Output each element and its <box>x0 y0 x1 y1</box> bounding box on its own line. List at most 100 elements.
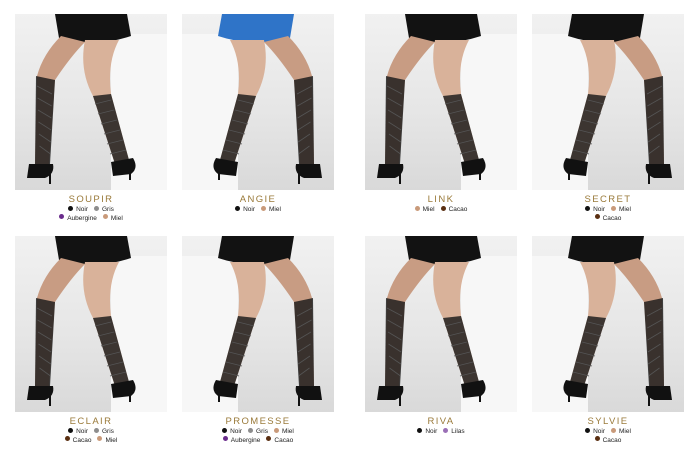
color-dot-icon <box>266 436 272 442</box>
color-dot-icon <box>102 214 108 220</box>
swatch-line: Cacao <box>532 436 684 446</box>
swatch-label: Noir <box>243 206 255 213</box>
swatch-miel[interactable]: Miel <box>97 436 117 446</box>
swatch-line: Miel Cacao <box>365 205 517 215</box>
swatch-line: Aubergine Cacao <box>182 436 334 446</box>
product-card-secret[interactable]: SECRET Noir Miel Cacao <box>532 14 684 222</box>
product-name: SECRET <box>584 194 632 205</box>
product-card-promesse[interactable]: PROMESSE Noir Gris Miel Aubergine Cacao <box>182 236 334 444</box>
product-photo[interactable] <box>365 14 517 190</box>
product-name: SYLVIE <box>587 416 629 427</box>
product-photo[interactable] <box>182 14 334 190</box>
product-card-sylvie[interactable]: SYLVIE Noir Miel Cacao <box>532 236 684 444</box>
product-card-link[interactable]: LINK Miel Cacao <box>365 14 517 214</box>
color-dot-icon <box>585 205 591 211</box>
swatch-miel[interactable]: Miel <box>273 427 294 437</box>
color-dot-icon <box>248 427 254 433</box>
color-dot-icon <box>261 205 266 211</box>
legs-patterned-knee-socks-seated <box>27 14 167 190</box>
swatch-label: Noir <box>593 206 605 213</box>
swatch-noir[interactable]: Noir <box>68 205 88 215</box>
color-dot-icon <box>59 214 65 220</box>
color-dot-icon <box>273 427 279 433</box>
swatch-label: Miel <box>619 428 631 435</box>
swatch-aubergine[interactable]: Aubergine <box>222 436 261 446</box>
color-dot-icon <box>222 436 228 442</box>
legs-geometric-knee-socks-black-dress <box>532 14 672 190</box>
swatch-miel[interactable]: Miel <box>261 205 281 215</box>
swatch-lilas[interactable]: Lilas <box>443 427 465 437</box>
legs-dot-knee-socks-blue-top <box>182 14 322 190</box>
swatch-cacao[interactable]: Cacao <box>64 436 92 446</box>
product-card-riva[interactable]: RIVA Noir Lilas <box>365 236 517 436</box>
swatch-miel[interactable]: Miel <box>414 205 435 215</box>
color-dot-icon <box>594 436 600 442</box>
swatch-label: Gris <box>102 428 114 435</box>
swatch-miel[interactable]: Miel <box>611 427 631 437</box>
swatch-gris[interactable]: Gris <box>94 427 114 437</box>
swatch-miel[interactable]: Miel <box>102 214 123 224</box>
color-dot-icon <box>585 427 591 433</box>
swatch-cacao[interactable]: Cacao <box>440 205 468 215</box>
swatch-label: Noir <box>425 428 438 435</box>
swatch-label: Miel <box>110 214 123 222</box>
product-photo[interactable] <box>15 14 167 190</box>
color-dot-icon <box>417 427 423 433</box>
product-name: SOUPIR <box>68 194 114 205</box>
swatch-aubergine[interactable]: Aubergine <box>59 214 97 224</box>
color-dot-icon <box>235 205 241 211</box>
swatch-line: Noir Gris <box>15 427 167 437</box>
swatch-line: Noir Miel <box>532 205 684 215</box>
swatch-line: Noir Gris <box>15 205 167 215</box>
swatch-line: Noir Miel <box>532 427 684 437</box>
swatch-cacao[interactable]: Cacao <box>266 436 294 446</box>
swatch-noir[interactable]: Noir <box>585 427 605 437</box>
swatch-cacao[interactable]: Cacao <box>594 436 621 446</box>
swatch-line: Cacao <box>532 214 684 224</box>
product-card-soupir[interactable]: SOUPIR Noir Gris Aubergine Miel <box>15 14 167 222</box>
swatch-noir[interactable]: Noir <box>417 427 438 437</box>
swatch-noir[interactable]: Noir <box>235 205 255 215</box>
swatch-noir[interactable]: Noir <box>222 427 243 437</box>
swatch-label: Noir <box>76 428 88 435</box>
swatch-label: Cacao <box>274 436 294 444</box>
color-dot-icon <box>94 205 99 211</box>
product-card-angie[interactable]: ANGIE Noir Miel <box>182 14 334 214</box>
product-photo[interactable] <box>365 236 517 412</box>
swatch-line: Aubergine Miel <box>15 214 167 224</box>
swatch-label: Lilas <box>451 428 465 435</box>
swatch-gris[interactable]: Gris <box>94 205 114 215</box>
swatch-label: Miel <box>422 206 435 213</box>
legs-diamond-knee-socks-on-stool <box>377 14 517 190</box>
color-dot-icon <box>611 427 616 433</box>
product-photo[interactable] <box>532 14 684 190</box>
product-card-eclair[interactable]: ECLAIR Noir Gris Cacao Miel <box>15 236 167 444</box>
product-photo[interactable] <box>532 236 684 412</box>
color-swatches: Noir Gris Aubergine Miel <box>15 205 167 224</box>
product-photo[interactable] <box>15 236 167 412</box>
legs-chevron-knee-socks <box>377 236 517 412</box>
color-dot-icon <box>97 436 103 442</box>
product-photo[interactable] <box>182 236 334 412</box>
swatch-label: Cacao <box>72 436 92 444</box>
color-swatches: Noir Miel Cacao <box>532 427 684 446</box>
swatch-miel[interactable]: Miel <box>611 205 631 215</box>
swatch-label: Aubergine <box>230 436 261 444</box>
color-dot-icon <box>443 427 449 433</box>
swatch-cacao[interactable]: Cacao <box>594 214 621 224</box>
swatch-line: Noir Miel <box>182 205 334 215</box>
swatch-noir[interactable]: Noir <box>68 427 88 437</box>
swatch-label: Gris <box>102 206 114 213</box>
swatch-noir[interactable]: Noir <box>585 205 605 215</box>
swatch-label: Cacao <box>448 206 468 213</box>
color-dot-icon <box>611 205 616 211</box>
swatch-label: Noir <box>230 428 243 435</box>
legs-floral-knee-socks-black-skirt <box>27 236 167 412</box>
color-dot-icon <box>94 427 99 433</box>
swatch-label: Miel <box>269 206 281 213</box>
color-swatches: Noir Miel Cacao <box>532 205 684 224</box>
swatch-line: Noir Gris Miel <box>182 427 334 437</box>
product-name: LINK <box>427 194 455 205</box>
swatch-label: Noir <box>593 428 605 435</box>
swatch-gris[interactable]: Gris <box>248 427 268 437</box>
